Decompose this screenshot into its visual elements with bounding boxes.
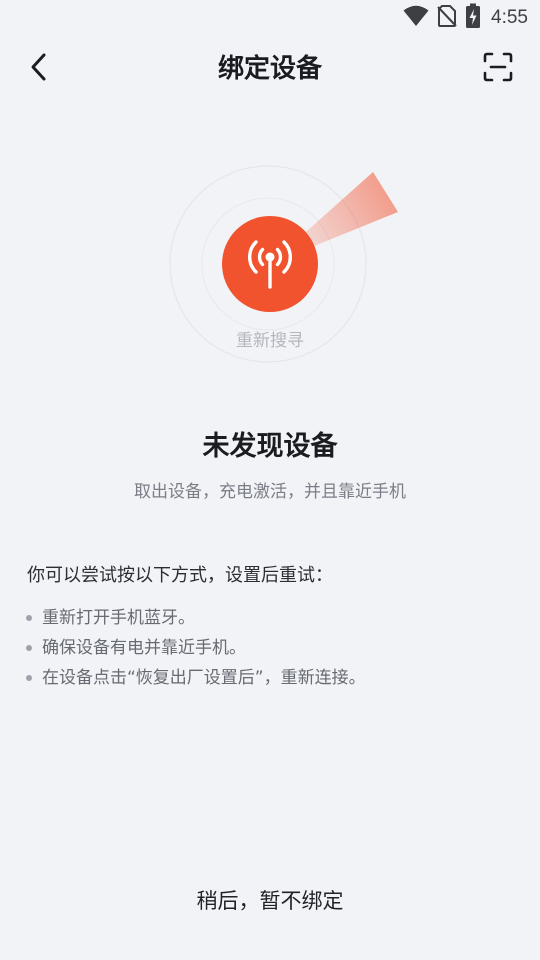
bullet-dot xyxy=(26,645,32,651)
tip-text: 重新打开手机蓝牙。 xyxy=(42,608,195,628)
bullet-dot xyxy=(26,675,32,681)
list-item: 在设备点击“恢复出厂设置后”，重新连接。 xyxy=(26,663,366,693)
list-item: 重新打开手机蓝牙。 xyxy=(26,603,366,633)
tips-heading: 你可以尝试按以下方式，设置后重试： xyxy=(27,565,333,586)
tips-list: 重新打开手机蓝牙。 确保设备有电并靠近手机。 在设备点击“恢复出厂设置后”，重新… xyxy=(26,603,366,693)
tip-text: 确保设备有电并靠近手机。 xyxy=(42,638,246,658)
skip-binding-button[interactable]: 稍后，暂不绑定 xyxy=(0,885,540,915)
tip-text: 在设备点击“恢复出厂设置后”，重新连接。 xyxy=(42,668,366,688)
result-title: 未发现设备 xyxy=(202,431,338,462)
rescan-button[interactable]: 重新搜寻 xyxy=(0,326,540,351)
list-item: 确保设备有电并靠近手机。 xyxy=(26,633,366,663)
bullet-dot xyxy=(26,615,32,621)
result-subtitle: 取出设备，充电激活，并且靠近手机 xyxy=(134,482,406,502)
